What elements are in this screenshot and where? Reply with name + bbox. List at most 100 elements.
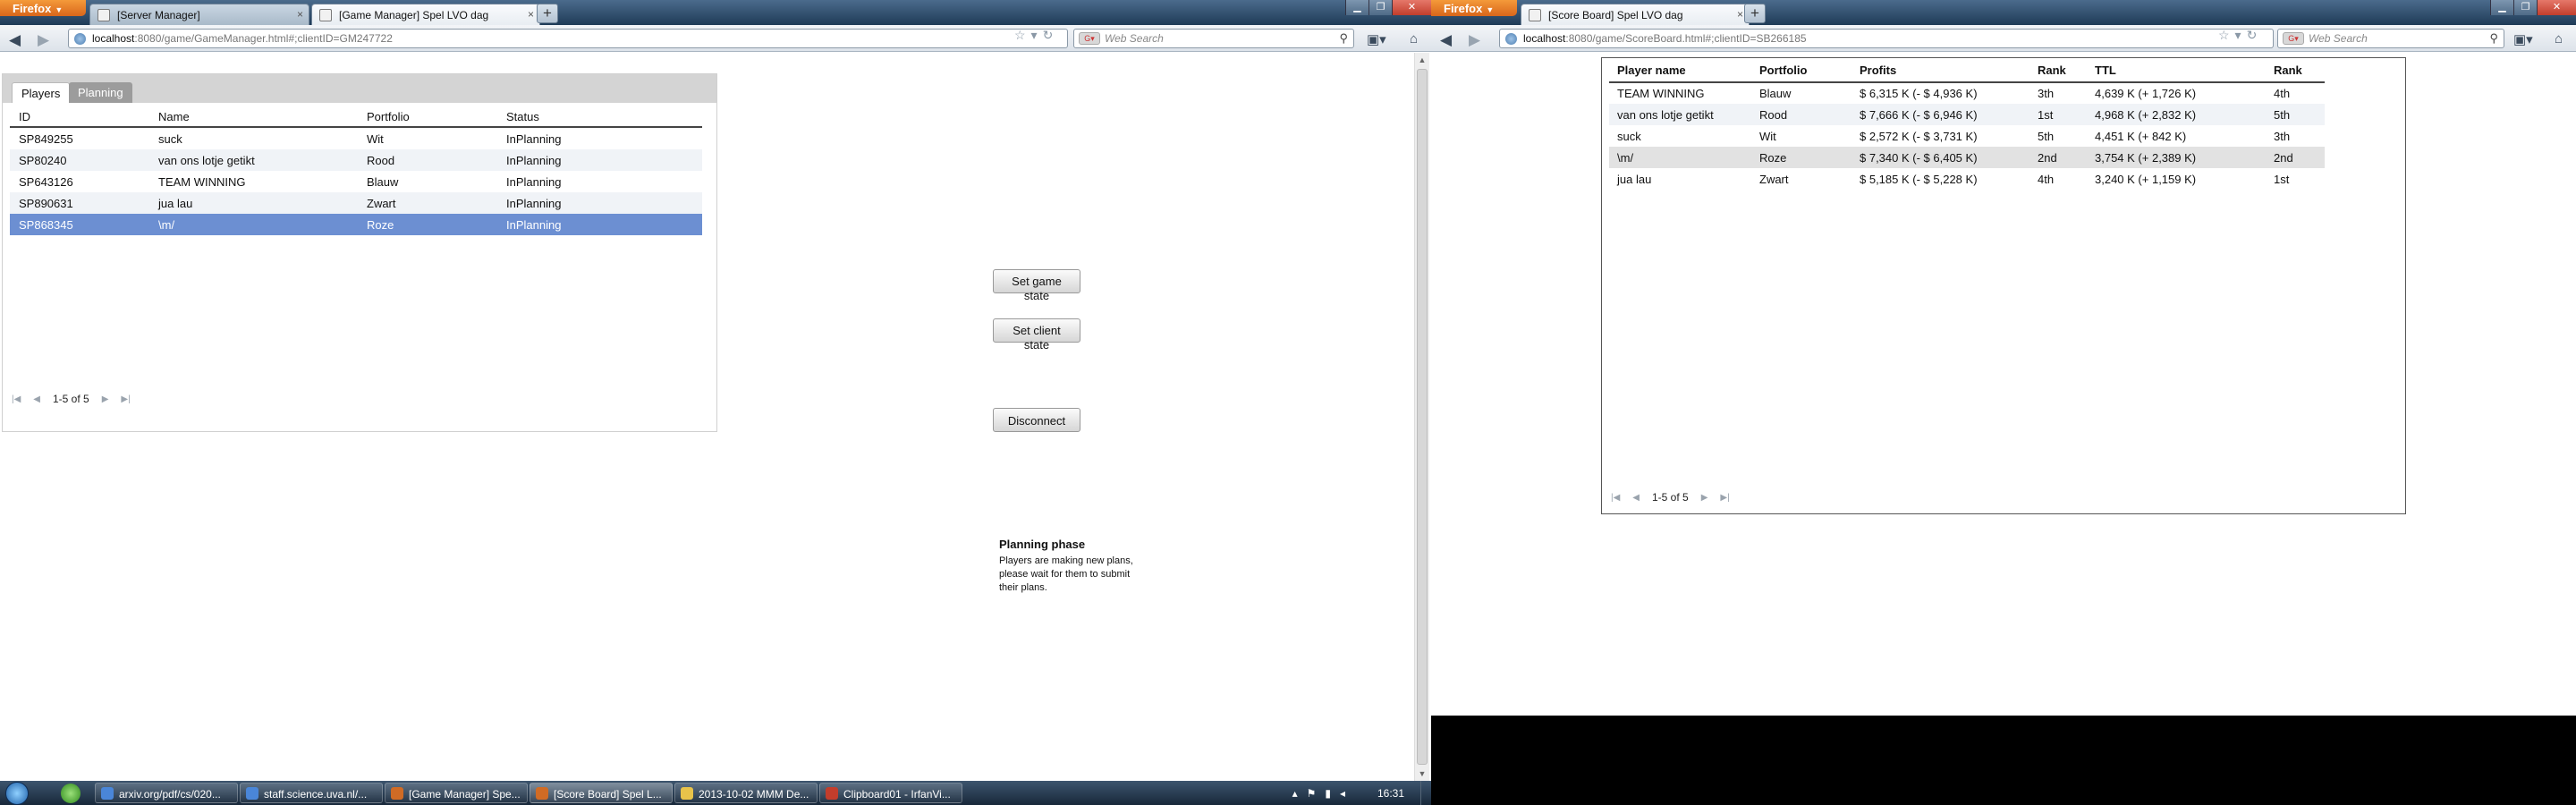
cell-status: InPlanning	[497, 214, 702, 235]
cell-ttl: 3,240 K (+ 1,159 K)	[2095, 172, 2197, 186]
search-engine-icon[interactable]: G▾	[1079, 32, 1100, 45]
forward-arrow-icon[interactable]: ▶	[1469, 31, 1480, 49]
pager: |◀ ◀ 1-5 of 5 ▶ ▶|	[12, 393, 131, 405]
column-header-rank-ttl[interactable]: Rank	[2266, 58, 2325, 83]
minimize-icon[interactable]: ▁	[1345, 0, 1368, 15]
tab-planning[interactable]: Planning	[69, 82, 132, 103]
start-button[interactable]	[5, 782, 29, 805]
maximize-icon[interactable]: ❐	[2513, 0, 2537, 15]
bookmark-star-icon[interactable]: ☆▾↻	[1014, 28, 1058, 43]
prev-page-icon[interactable]: ◀	[1632, 493, 1640, 503]
tab-title: [Server Manager]	[117, 9, 200, 21]
system-tray-icons[interactable]: ▴⚑▮◂	[1292, 787, 1354, 800]
disconnect-button[interactable]: Disconnect	[993, 408, 1080, 432]
firefox-label: Firefox	[13, 2, 52, 15]
last-page-icon[interactable]: ▶|	[1720, 493, 1729, 503]
search-engine-icon[interactable]: G▾	[2283, 32, 2304, 45]
set-game-state-button[interactable]: Set game state	[993, 269, 1080, 302]
scroll-up-icon[interactable]: ▲	[1415, 53, 1429, 67]
table-row[interactable]: TEAM WINNING Blauw $ 6,315 K (- $ 4,936 …	[1609, 82, 2325, 104]
pinned-app-icon[interactable]	[61, 784, 80, 803]
close-window-icon[interactable]: ✕	[1392, 0, 1431, 15]
tab-players[interactable]: Players	[12, 82, 71, 103]
search-icon[interactable]: ⚲	[1339, 31, 1348, 46]
taskbar-item[interactable]: staff.science.uva.nl/...	[240, 783, 383, 803]
first-page-icon[interactable]: |◀	[1611, 493, 1620, 503]
close-icon[interactable]: ×	[1737, 8, 1743, 21]
firefox-menu-button[interactable]: Firefox ▼	[1431, 0, 1517, 16]
column-header-name[interactable]: Name	[149, 106, 358, 128]
prev-page-icon[interactable]: ◀	[33, 394, 40, 404]
table-row[interactable]: SP890631 jua lau Zwart InPlanning	[10, 192, 702, 214]
search-input[interactable]: G▾ Web Search ⚲	[2277, 29, 2504, 48]
bookmarks-icon[interactable]: ▣▾	[1367, 31, 1386, 47]
cell-profits: $ 7,340 K (- $ 6,405 K)	[1852, 147, 2029, 168]
set-client-state-button[interactable]: Set client state	[993, 318, 1080, 352]
table-row[interactable]: SP80240 van ons lotje getikt Rood InPlan…	[10, 149, 702, 171]
column-header-id[interactable]: ID	[10, 106, 149, 128]
button-label: Set client	[1013, 324, 1061, 337]
taskbar-item[interactable]: Clipboard01 - IrfanVi...	[819, 783, 962, 803]
taskbar-item[interactable]: arxiv.org/pdf/cs/020...	[95, 783, 238, 803]
cell-rank-ttl: 4th	[2274, 87, 2291, 100]
last-page-icon[interactable]: ▶|	[121, 394, 130, 404]
tab-title: [Score Board] Spel LVO dag	[1548, 9, 1683, 21]
taskbar-item[interactable]: [Game Manager] Spe...	[385, 783, 528, 803]
column-header-portfolio[interactable]: Portfolio	[358, 106, 497, 128]
close-icon[interactable]: ×	[528, 8, 534, 21]
table-row[interactable]: van ons lotje getikt Rood $ 7,666 K (- $…	[1609, 104, 2325, 125]
search-icon[interactable]: ⚲	[2489, 31, 2498, 46]
new-tab-button[interactable]: +	[537, 4, 558, 23]
tab-bar: Firefox ▼ [Score Board] Spel LVO dag × + …	[1431, 0, 2576, 25]
scroll-thumb[interactable]	[1417, 69, 1428, 765]
column-header-portfolio[interactable]: Portfolio	[1751, 58, 1852, 83]
next-page-icon[interactable]: ▶	[102, 394, 109, 404]
cell-rank: 5th	[2038, 129, 2055, 143]
column-header-ttl[interactable]: TTL	[2087, 58, 2266, 83]
phase-info: Planning phase Players are making new pl…	[999, 538, 1133, 595]
show-desktop-button[interactable]	[1420, 781, 1431, 805]
column-header-rank[interactable]: Rank	[2029, 58, 2087, 83]
column-header-player-name[interactable]: Player name	[1609, 58, 1751, 83]
column-header-status[interactable]: Status	[497, 106, 702, 128]
url-input[interactable]: localhost:8080/game/ScoreBoard.html#;cli…	[1499, 29, 2274, 48]
new-tab-button[interactable]: +	[1744, 4, 1766, 23]
cell-player: suck	[1617, 129, 1641, 143]
table-row[interactable]: jua lau Zwart $ 5,185 K (- $ 5,228 K) 4t…	[1609, 168, 2325, 190]
table-row[interactable]: SP643126 TEAM WINNING Blauw InPlanning	[10, 171, 702, 192]
taskbar-item[interactable]: [Score Board] Spel L...	[530, 783, 673, 803]
tab-score-board[interactable]: [Score Board] Spel LVO dag ×	[1521, 4, 1750, 25]
score-board: Player name Portfolio Profits Rank TTL R…	[1601, 57, 2406, 514]
forward-arrow-icon[interactable]: ▶	[38, 31, 49, 49]
firefox-menu-button[interactable]: Firefox ▼	[0, 0, 86, 16]
cell-id: SP868345	[10, 214, 149, 235]
vertical-scrollbar[interactable]: ▲ ▼	[1414, 53, 1429, 781]
table-row[interactable]: SP849255 suck Wit InPlanning	[10, 127, 702, 149]
table-row[interactable]: suck Wit $ 2,572 K (- $ 3,731 K) 5th 4,4…	[1609, 125, 2325, 147]
home-icon[interactable]: ⌂	[2555, 31, 2563, 47]
column-header-profits[interactable]: Profits	[1852, 58, 2029, 83]
search-input[interactable]: G▾ Web Search ⚲	[1073, 29, 1354, 48]
home-icon[interactable]: ⌂	[1410, 31, 1418, 47]
minimize-icon[interactable]: ▁	[2490, 0, 2513, 15]
cell-portfolio: Roze	[358, 214, 497, 235]
tab-server-manager[interactable]: [Server Manager] ×	[89, 4, 309, 25]
next-page-icon[interactable]: ▶	[1701, 493, 1708, 503]
back-arrow-icon[interactable]: ◀	[1440, 31, 1452, 49]
cell-status: InPlanning	[497, 149, 702, 171]
close-icon[interactable]: ×	[297, 8, 303, 21]
table-row-selected[interactable]: SP868345 \m/ Roze InPlanning	[10, 214, 702, 235]
maximize-icon[interactable]: ❐	[1368, 0, 1392, 15]
cell-name: suck	[158, 132, 182, 146]
close-window-icon[interactable]: ✕	[2537, 0, 2576, 15]
table-row[interactable]: \m/ Roze $ 7,340 K (- $ 6,405 K) 2nd 3,7…	[1609, 147, 2325, 168]
bookmark-star-icon[interactable]: ☆▾↻	[2218, 28, 2262, 43]
first-page-icon[interactable]: |◀	[12, 394, 21, 404]
scroll-down-icon[interactable]: ▼	[1415, 767, 1429, 781]
clock[interactable]: 16:31	[1377, 787, 1404, 800]
back-arrow-icon[interactable]: ◀	[9, 31, 21, 49]
taskbar-item[interactable]: 2013-10-02 MMM De...	[674, 783, 818, 803]
tab-game-manager[interactable]: [Game Manager] Spel LVO dag ×	[311, 4, 540, 25]
url-input[interactable]: localhost:8080/game/GameManager.html#;cl…	[68, 29, 1068, 48]
bookmarks-icon[interactable]: ▣▾	[2513, 31, 2533, 47]
